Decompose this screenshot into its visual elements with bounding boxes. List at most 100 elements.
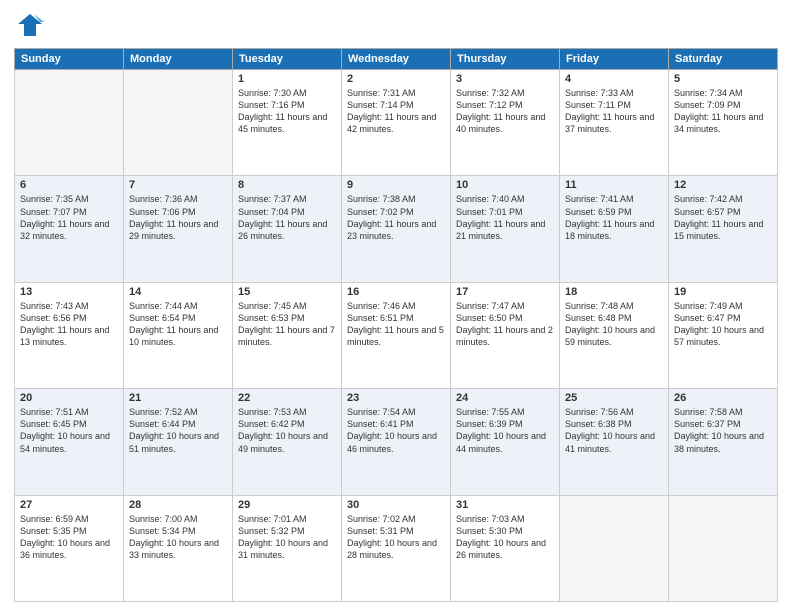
calendar-cell: 27Sunrise: 6:59 AM Sunset: 5:35 PM Dayli… xyxy=(15,495,124,601)
day-number: 20 xyxy=(20,392,118,404)
calendar-cell: 13 Sunrise: 7:43 AM Sunset: 6:56 PM Dayli… xyxy=(15,282,124,388)
day-number: 7 xyxy=(129,179,227,191)
day-info: Sunrise: 7:37 AM Sunset: 7:04 PM Dayligh… xyxy=(238,193,336,242)
page: SundayMondayTuesdayWednesdayThursdayFrid… xyxy=(0,0,792,612)
logo xyxy=(14,10,50,42)
day-number: 13 xyxy=(20,286,118,298)
calendar-cell: 31 Sunrise: 7:03 AM Sunset: 5:30 PM Dayli… xyxy=(451,495,560,601)
day-number: 2 xyxy=(347,73,445,85)
day-number: 5 xyxy=(674,73,772,85)
calendar-week-row: 20 Sunrise: 7:51 AM Sunset: 6:45 PM Dayli… xyxy=(15,389,778,495)
calendar-cell: 22 Sunrise: 7:53 AM Sunset: 6:42 PM Dayli… xyxy=(233,389,342,495)
day-number: 27 xyxy=(20,499,118,511)
day-info: Sunrise: 7:00 AM Sunset: 5:34 PM Dayligh… xyxy=(129,513,227,562)
day-info: Sunrise: 7:48 AM Sunset: 6:48 PM Dayligh… xyxy=(565,300,663,349)
calendar-cell: 11Sunrise: 7:41 AM Sunset: 6:59 PM Dayli… xyxy=(560,176,669,282)
calendar-cell: 14 Sunrise: 7:44 AM Sunset: 6:54 PM Dayli… xyxy=(124,282,233,388)
calendar-col-header: Wednesday xyxy=(342,49,451,70)
calendar-week-row: 27Sunrise: 6:59 AM Sunset: 5:35 PM Dayli… xyxy=(15,495,778,601)
day-number: 21 xyxy=(129,392,227,404)
calendar-cell: 30Sunrise: 7:02 AM Sunset: 5:31 PM Dayli… xyxy=(342,495,451,601)
calendar-cell: 2 Sunrise: 7:31 AM Sunset: 7:14 PM Daylig… xyxy=(342,70,451,176)
calendar-cell: 20 Sunrise: 7:51 AM Sunset: 6:45 PM Dayli… xyxy=(15,389,124,495)
day-number: 15 xyxy=(238,286,336,298)
calendar-col-header: Monday xyxy=(124,49,233,70)
day-number: 16 xyxy=(347,286,445,298)
day-number: 29 xyxy=(238,499,336,511)
day-info: Sunrise: 7:03 AM Sunset: 5:30 PM Dayligh… xyxy=(456,513,554,562)
day-info: Sunrise: 7:46 AM Sunset: 6:51 PM Dayligh… xyxy=(347,300,445,349)
day-number: 1 xyxy=(238,73,336,85)
day-number: 14 xyxy=(129,286,227,298)
day-info: Sunrise: 7:51 AM Sunset: 6:45 PM Dayligh… xyxy=(20,406,118,455)
calendar-cell: 6 Sunrise: 7:35 AM Sunset: 7:07 PM Daylig… xyxy=(15,176,124,282)
calendar-header-row: SundayMondayTuesdayWednesdayThursdayFrid… xyxy=(15,49,778,70)
calendar-week-row: 1 Sunrise: 7:30 AM Sunset: 7:16 PM Daylig… xyxy=(15,70,778,176)
calendar-cell xyxy=(124,70,233,176)
day-info: Sunrise: 7:30 AM Sunset: 7:16 PM Dayligh… xyxy=(238,87,336,136)
day-info: Sunrise: 7:43 AM Sunset: 6:56 PM Dayligh… xyxy=(20,300,118,349)
day-number: 12 xyxy=(674,179,772,191)
day-number: 9 xyxy=(347,179,445,191)
day-number: 24 xyxy=(456,392,554,404)
calendar-cell: 24 Sunrise: 7:55 AM Sunset: 6:39 PM Dayli… xyxy=(451,389,560,495)
logo-icon xyxy=(14,10,46,42)
calendar-table: SundayMondayTuesdayWednesdayThursdayFrid… xyxy=(14,48,778,602)
day-info: Sunrise: 7:53 AM Sunset: 6:42 PM Dayligh… xyxy=(238,406,336,455)
calendar-cell: 29 Sunrise: 7:01 AM Sunset: 5:32 PM Dayli… xyxy=(233,495,342,601)
day-number: 30 xyxy=(347,499,445,511)
day-number: 23 xyxy=(347,392,445,404)
day-info: Sunrise: 7:01 AM Sunset: 5:32 PM Dayligh… xyxy=(238,513,336,562)
calendar-cell: 18Sunrise: 7:48 AM Sunset: 6:48 PM Dayli… xyxy=(560,282,669,388)
calendar-cell: 23 Sunrise: 7:54 AM Sunset: 6:41 PM Dayli… xyxy=(342,389,451,495)
calendar-col-header: Tuesday xyxy=(233,49,342,70)
calendar-cell: 7 Sunrise: 7:36 AM Sunset: 7:06 PM Daylig… xyxy=(124,176,233,282)
day-info: Sunrise: 7:31 AM Sunset: 7:14 PM Dayligh… xyxy=(347,87,445,136)
day-number: 11 xyxy=(565,179,663,191)
calendar-week-row: 6 Sunrise: 7:35 AM Sunset: 7:07 PM Daylig… xyxy=(15,176,778,282)
day-number: 31 xyxy=(456,499,554,511)
day-info: Sunrise: 7:35 AM Sunset: 7:07 PM Dayligh… xyxy=(20,193,118,242)
day-info: Sunrise: 7:44 AM Sunset: 6:54 PM Dayligh… xyxy=(129,300,227,349)
day-info: Sunrise: 7:55 AM Sunset: 6:39 PM Dayligh… xyxy=(456,406,554,455)
calendar-cell: 16 Sunrise: 7:46 AM Sunset: 6:51 PM Dayli… xyxy=(342,282,451,388)
day-number: 19 xyxy=(674,286,772,298)
calendar-cell: 25 Sunrise: 7:56 AM Sunset: 6:38 PM Dayli… xyxy=(560,389,669,495)
day-number: 3 xyxy=(456,73,554,85)
day-info: Sunrise: 7:40 AM Sunset: 7:01 PM Dayligh… xyxy=(456,193,554,242)
calendar-cell xyxy=(669,495,778,601)
day-number: 4 xyxy=(565,73,663,85)
day-number: 28 xyxy=(129,499,227,511)
day-info: Sunrise: 7:47 AM Sunset: 6:50 PM Dayligh… xyxy=(456,300,554,349)
calendar-week-row: 13 Sunrise: 7:43 AM Sunset: 6:56 PM Dayli… xyxy=(15,282,778,388)
header xyxy=(14,10,778,42)
calendar-cell: 1 Sunrise: 7:30 AM Sunset: 7:16 PM Daylig… xyxy=(233,70,342,176)
day-info: Sunrise: 7:34 AM Sunset: 7:09 PM Dayligh… xyxy=(674,87,772,136)
day-info: Sunrise: 7:52 AM Sunset: 6:44 PM Dayligh… xyxy=(129,406,227,455)
calendar-cell: 19Sunrise: 7:49 AM Sunset: 6:47 PM Dayli… xyxy=(669,282,778,388)
day-info: Sunrise: 7:38 AM Sunset: 7:02 PM Dayligh… xyxy=(347,193,445,242)
calendar-cell xyxy=(560,495,669,601)
day-info: Sunrise: 7:58 AM Sunset: 6:37 PM Dayligh… xyxy=(674,406,772,455)
calendar-cell: 9 Sunrise: 7:38 AM Sunset: 7:02 PM Daylig… xyxy=(342,176,451,282)
day-info: Sunrise: 7:36 AM Sunset: 7:06 PM Dayligh… xyxy=(129,193,227,242)
calendar-cell: 17 Sunrise: 7:47 AM Sunset: 6:50 PM Dayli… xyxy=(451,282,560,388)
calendar-cell: 4 Sunrise: 7:33 AM Sunset: 7:11 PM Daylig… xyxy=(560,70,669,176)
day-info: Sunrise: 7:56 AM Sunset: 6:38 PM Dayligh… xyxy=(565,406,663,455)
calendar-col-header: Sunday xyxy=(15,49,124,70)
calendar-cell: 21 Sunrise: 7:52 AM Sunset: 6:44 PM Dayli… xyxy=(124,389,233,495)
day-number: 17 xyxy=(456,286,554,298)
calendar-col-header: Friday xyxy=(560,49,669,70)
calendar-cell xyxy=(15,70,124,176)
day-info: Sunrise: 7:33 AM Sunset: 7:11 PM Dayligh… xyxy=(565,87,663,136)
day-number: 6 xyxy=(20,179,118,191)
calendar-cell: 15Sunrise: 7:45 AM Sunset: 6:53 PM Dayli… xyxy=(233,282,342,388)
day-number: 25 xyxy=(565,392,663,404)
calendar-cell: 8Sunrise: 7:37 AM Sunset: 7:04 PM Daylig… xyxy=(233,176,342,282)
calendar-cell: 26Sunrise: 7:58 AM Sunset: 6:37 PM Dayli… xyxy=(669,389,778,495)
calendar-cell: 5 Sunrise: 7:34 AM Sunset: 7:09 PM Daylig… xyxy=(669,70,778,176)
day-info: Sunrise: 7:32 AM Sunset: 7:12 PM Dayligh… xyxy=(456,87,554,136)
calendar-cell: 10Sunrise: 7:40 AM Sunset: 7:01 PM Dayli… xyxy=(451,176,560,282)
day-number: 22 xyxy=(238,392,336,404)
day-info: Sunrise: 7:54 AM Sunset: 6:41 PM Dayligh… xyxy=(347,406,445,455)
